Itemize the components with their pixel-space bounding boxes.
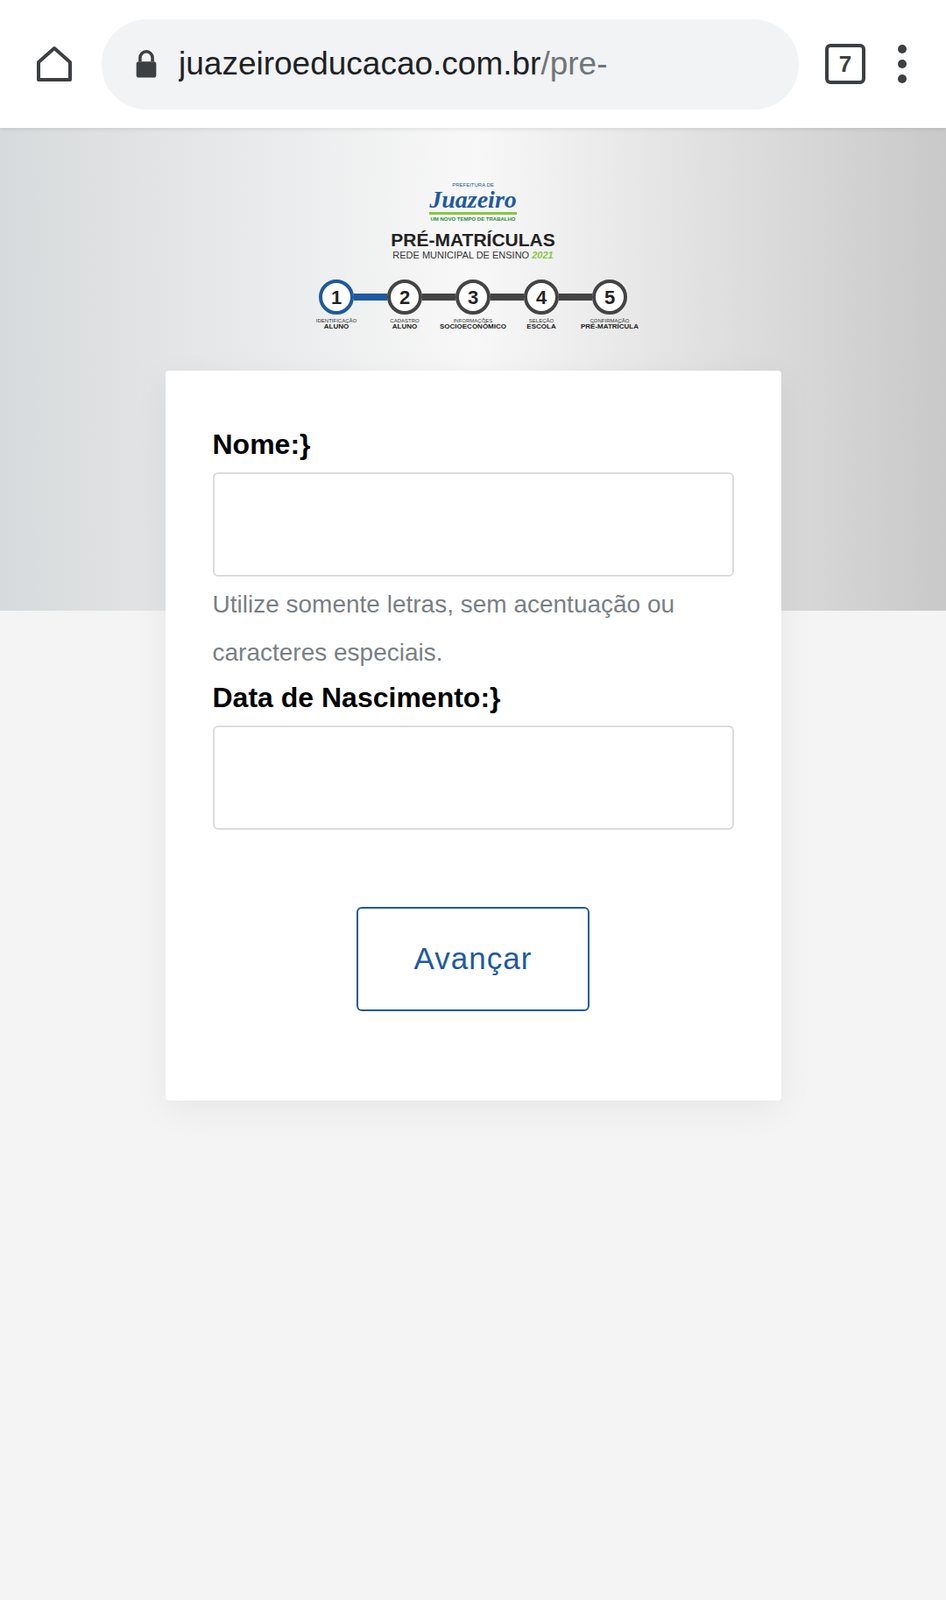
- text-input[interactable]: [212, 472, 735, 577]
- home-icon[interactable]: [33, 42, 76, 85]
- subtitle: REDE MUNICIPAL DE ENSINO 2021: [392, 250, 553, 261]
- url: juazeiroeducacao.com.br/pre-: [178, 39, 608, 89]
- step-label: CADASTROALUNO: [370, 317, 439, 332]
- step-label: CONFIRMAÇÃOPRÉ-MATRÍCULA: [575, 317, 644, 332]
- browser-bar: juazeiroeducacao.com.br/pre- 7: [0, 0, 946, 128]
- step-circle: 3: [455, 279, 491, 315]
- step-circle: 4: [523, 279, 559, 315]
- advance-button[interactable]: Avançar: [356, 906, 590, 1011]
- stepper: 12345 IDENTIFICAÇÃOALUNOCADASTROALUNOINFO…: [302, 279, 644, 332]
- step-connector: [422, 293, 456, 301]
- address-bar[interactable]: juazeiroeducacao.com.br/pre-: [101, 19, 799, 110]
- page: juazeiroeducacao.com.br/pre- 7 PREFEITURA …: [0, 0, 946, 1600]
- step-circle: 2: [387, 279, 423, 315]
- field-label: Nome:}: [212, 426, 735, 462]
- menu-icon[interactable]: [891, 44, 913, 84]
- step-circle: 1: [318, 279, 354, 315]
- form-field: Data de Nascimento:}: [212, 679, 735, 830]
- text-input[interactable]: [212, 725, 735, 830]
- form-field: Nome:} Utilize somente letras, sem acentu…: [212, 426, 735, 677]
- title: PRÉ-MATRÍCULAS: [390, 230, 555, 249]
- logo: PREFEITURA DEJuazeiroUM NOVO TEMPO DE TR…: [429, 182, 517, 222]
- field-hint: Utilize somente letras, sem acentuação o…: [212, 579, 735, 677]
- step-connector: [490, 293, 524, 301]
- field-label: Data de Nascimento:}: [212, 679, 735, 715]
- step-connector: [558, 293, 593, 301]
- lock-icon: [133, 49, 160, 79]
- step-label: IDENTIFICAÇÃOALUNO: [302, 317, 371, 332]
- step-circle: 5: [592, 279, 628, 315]
- form-card: Nome:} Utilize somente letras, sem acentu…: [165, 370, 782, 1101]
- step-connector: [353, 293, 388, 301]
- step-label: INFORMAÇÕESSOCIOECONÔMICO: [438, 317, 508, 332]
- tab-count[interactable]: 7: [825, 43, 866, 85]
- step-label: SELEÇÃOESCOLA: [507, 317, 576, 332]
